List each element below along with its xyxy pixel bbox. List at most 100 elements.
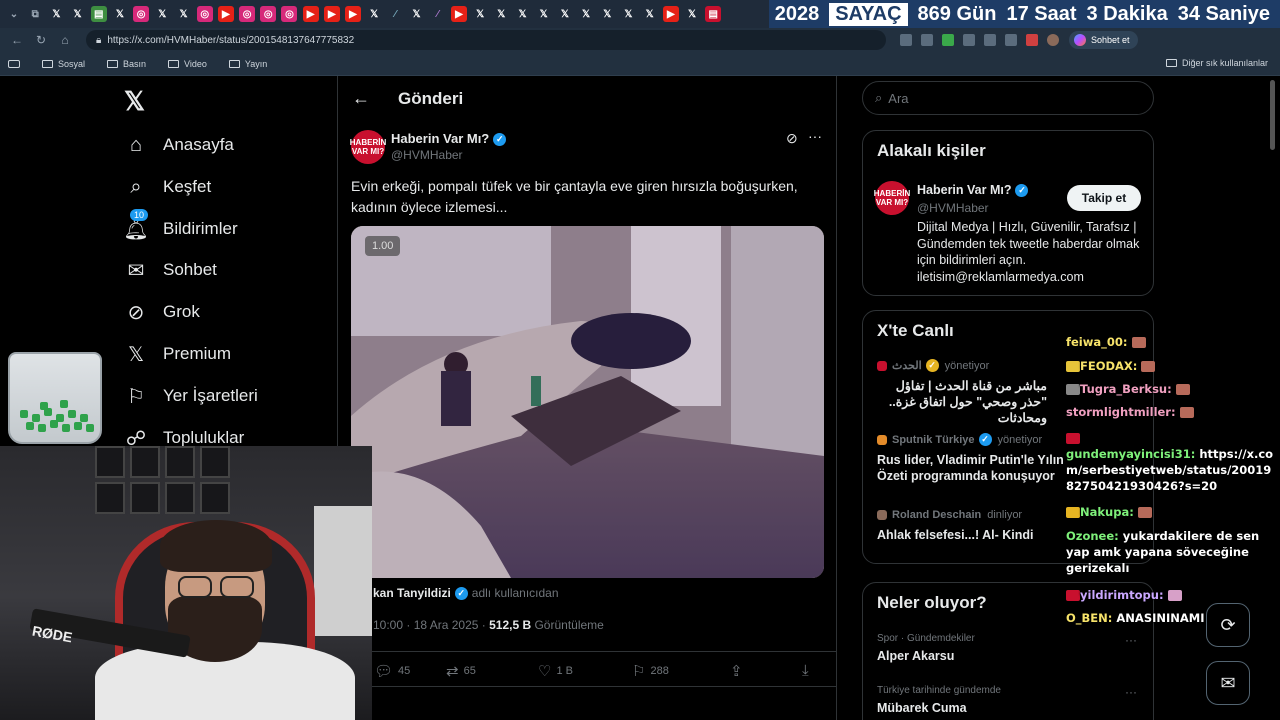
tab-x-icon[interactable]: 𝕏 xyxy=(557,6,573,22)
host-role: dinliyor xyxy=(987,509,1023,521)
live-item[interactable]: Sputnik Türkiye ✓ yönetiyor Rus lider, Vla… xyxy=(877,433,1067,484)
tab-x-icon[interactable]: 𝕏 xyxy=(112,6,128,22)
trend-name[interactable]: Alper Akarsu xyxy=(877,649,954,663)
sidebar-item-bookmarks[interactable]: ⚐ Yer İşaretleri xyxy=(124,379,258,413)
tab-instagram-icon[interactable]: ◎ xyxy=(196,6,213,22)
related-name[interactable]: Haberin Var Mı? ✓ xyxy=(917,183,1029,198)
tab-youtube-icon[interactable]: ▶ xyxy=(345,6,361,22)
tab-site-icon[interactable]: ▤ xyxy=(705,6,722,22)
copilot-chat-button[interactable]: Sohbet et xyxy=(1069,31,1138,49)
wall-frame xyxy=(200,446,230,478)
back-icon[interactable]: ← xyxy=(10,33,24,47)
other-bookmarks[interactable]: Diğer sık kullanılanlar xyxy=(1165,58,1268,68)
tab-site-icon[interactable]: ▤ xyxy=(90,6,107,22)
url-input[interactable]: 🔒︎ https://x.com/HVMHaber/status/20015481… xyxy=(86,30,886,50)
refresh-icon[interactable]: ↻ xyxy=(34,33,48,47)
video-source[interactable]: kan Tanyildizi ✓ adlı kullanıcıdan xyxy=(373,586,559,601)
live-item[interactable]: Roland Deschain dinliyor Ahlak felsefesi.… xyxy=(877,509,1067,543)
like-button[interactable]: ♡ 1 B xyxy=(538,662,573,680)
bookmark-folder[interactable]: Yayın xyxy=(228,59,267,69)
page-scrollbar[interactable] xyxy=(1270,80,1275,150)
sidebar-toggle-icon[interactable] xyxy=(8,59,20,68)
tab-x-icon[interactable]: 𝕏 xyxy=(578,6,594,22)
download-button[interactable]: ⤓ xyxy=(802,662,814,679)
extension-icon[interactable] xyxy=(963,34,975,46)
tab-instagram-icon[interactable]: ◎ xyxy=(281,6,298,22)
more-options-icon[interactable]: ··· xyxy=(1125,685,1137,699)
tab-instagram-icon[interactable]: ◎ xyxy=(239,6,256,22)
workspaces-icon[interactable]: ⧉ xyxy=(27,6,43,22)
tab-x-icon[interactable]: 𝕏 xyxy=(620,6,636,22)
related-avatar[interactable]: HABERİN VAR MI? xyxy=(874,181,910,215)
grok-icon[interactable]: ⊘ xyxy=(786,130,798,147)
host-avatar xyxy=(877,434,887,445)
badge-icon xyxy=(1066,361,1080,372)
bookmark-button[interactable]: ⚐ 288 xyxy=(632,662,669,680)
x-logo-icon[interactable]: 𝕏 xyxy=(124,86,145,117)
tab-x-icon[interactable]: 𝕏 xyxy=(48,6,64,22)
author-name[interactable]: Haberin Var Mı? ✓ xyxy=(391,131,507,147)
related-handle[interactable]: @HVMHaber xyxy=(917,201,989,215)
tab-x-icon[interactable]: 𝕏 xyxy=(642,6,658,22)
live-item[interactable]: الحدث ✓ yönetiyor مباشر من قناة الحدث | تف… xyxy=(877,359,1047,426)
trend-name[interactable]: Mübarek Cuma xyxy=(877,701,967,715)
mail-icon: ✉ xyxy=(1220,672,1236,693)
sidebar-item-home[interactable]: ⌂ Anasayfa xyxy=(124,128,234,162)
tab-youtube-icon[interactable]: ▶ xyxy=(662,6,679,22)
messages-float-button[interactable]: ✉ xyxy=(1206,661,1250,705)
tab-youtube-icon[interactable]: ▶ xyxy=(450,6,467,22)
repost-button[interactable]: ⇄ 65 xyxy=(446,662,476,680)
tab-x-icon[interactable]: 𝕏 xyxy=(176,6,192,22)
sidebar-item-explore[interactable]: ⌕ Keşfet xyxy=(124,170,211,204)
extension-icon[interactable] xyxy=(984,34,996,46)
playback-speed[interactable]: 1.00 xyxy=(365,236,401,256)
reply-button[interactable]: 💬︎ 45 xyxy=(374,662,410,680)
video-player[interactable]: 1.00 xyxy=(351,226,824,578)
tab-site-icon[interactable]: ⁄ xyxy=(387,6,403,22)
tab-x-icon[interactable]: 𝕏 xyxy=(684,6,700,22)
tab-x-icon[interactable]: 𝕏 xyxy=(154,6,170,22)
tab-instagram-icon[interactable]: ◎ xyxy=(133,6,150,22)
live-title: Ahlak felsefesi...! Al- Kindi xyxy=(877,528,1034,542)
sidebar-item-premium[interactable]: 𝕏 Premium xyxy=(124,337,231,371)
tab-youtube-icon[interactable]: ▶ xyxy=(217,6,234,22)
share-button[interactable]: ⇪ xyxy=(730,662,748,680)
grok-float-button[interactable]: ⟳ xyxy=(1206,603,1250,647)
author-handle[interactable]: @HVMHaber xyxy=(391,148,463,162)
back-arrow-icon[interactable]: ← xyxy=(352,88,370,109)
tab-site-icon[interactable]: ⁄ xyxy=(430,6,446,22)
follow-button[interactable]: Takip et xyxy=(1067,185,1141,211)
extension-icon[interactable] xyxy=(900,34,912,46)
tab-youtube-icon[interactable]: ▶ xyxy=(302,6,319,22)
bookmark-folder[interactable]: Basın xyxy=(107,59,146,69)
tab-x-icon[interactable]: 𝕏 xyxy=(493,6,509,22)
sidebar-item-notifications[interactable]: 🔔︎ 10 Bildirimler xyxy=(123,209,238,246)
avatar[interactable] xyxy=(1047,34,1059,46)
search-input[interactable]: ⌕ Ara xyxy=(862,81,1154,115)
tab-instagram-icon[interactable]: ◎ xyxy=(260,6,277,22)
tab-x-icon[interactable]: 𝕏 xyxy=(536,6,552,22)
tab-x-icon[interactable]: 𝕏 xyxy=(70,6,86,22)
tab-x-icon[interactable]: 𝕏 xyxy=(409,6,425,22)
sidebar-item-messages[interactable]: ✉ Sohbet xyxy=(124,253,217,287)
extension-icon[interactable] xyxy=(1005,34,1017,46)
tab-x-icon[interactable]: 𝕏 xyxy=(366,6,382,22)
extension-icon[interactable] xyxy=(942,34,954,46)
sidebar-item-grok[interactable]: ⊘ Grok xyxy=(124,295,200,329)
tab-youtube-icon[interactable]: ▶ xyxy=(323,6,340,22)
tab-actions-icon[interactable]: ⌄ xyxy=(6,6,22,22)
author-avatar[interactable]: HABERİN VAR MI? xyxy=(350,130,386,164)
bookmark-folder[interactable]: Sosyal xyxy=(42,59,85,69)
extension-icon[interactable] xyxy=(1026,34,1038,46)
glasses-right xyxy=(220,576,254,598)
tab-x-icon[interactable]: 𝕏 xyxy=(472,6,488,22)
tab-x-icon[interactable]: 𝕏 xyxy=(599,6,615,22)
more-options-icon[interactable]: ··· xyxy=(808,128,822,144)
repost-icon: ⇄ xyxy=(446,663,459,680)
home-icon[interactable]: ⌂ xyxy=(58,33,72,47)
bookmarks-bar: Sosyal Basın Video Yayın Diğer sık kulla… xyxy=(0,52,1280,76)
extension-icon[interactable] xyxy=(921,34,933,46)
bookmark-folder[interactable]: Video xyxy=(168,59,207,69)
tab-x-icon[interactable]: 𝕏 xyxy=(515,6,531,22)
more-options-icon[interactable]: ··· xyxy=(1125,633,1137,647)
